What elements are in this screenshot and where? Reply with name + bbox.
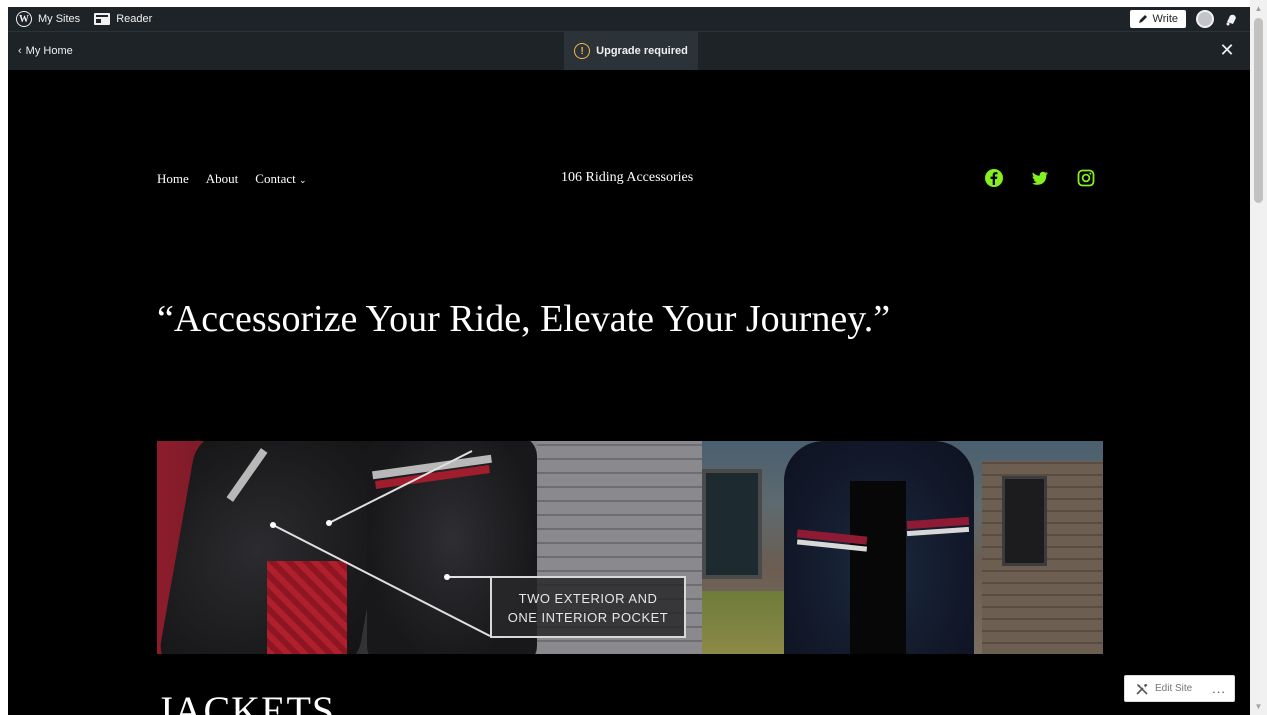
write-label: Write: [1152, 13, 1178, 25]
banner-window: [702, 469, 762, 579]
scroll-up-icon[interactable]: ▲: [1250, 0, 1267, 17]
warning-icon: !: [574, 43, 591, 59]
banner-callout: TWO EXTERIOR AND ONE INTERIOR POCKET: [490, 576, 686, 638]
admin-bar: W My Sites Reader Write: [8, 7, 1250, 31]
close-icon[interactable]: ✕: [1218, 41, 1236, 59]
wordpress-icon: W: [16, 11, 32, 27]
page-scrollbar[interactable]: ▲ ▼: [1250, 0, 1267, 715]
facebook-icon[interactable]: [984, 168, 1004, 188]
chevron-left-icon: ‹: [18, 45, 22, 57]
scrollbar-thumb[interactable]: [1254, 18, 1263, 203]
callout-line-2: ONE INTERIOR POCKET: [507, 610, 669, 625]
banner-right-panel: [702, 441, 1103, 654]
scroll-down-icon[interactable]: ▼: [1250, 698, 1267, 715]
nav-contact-label: Contact: [255, 171, 296, 186]
jackets-banner-image: TWO EXTERIOR AND ONE INTERIOR POCKET: [157, 441, 1103, 654]
chevron-down-icon: ⌄: [298, 175, 307, 185]
write-button[interactable]: Write: [1129, 10, 1186, 28]
user-avatar[interactable]: [1196, 10, 1214, 28]
browser-frame: W My Sites Reader Write ‹ My Home ! Upgr…: [0, 0, 1267, 715]
more-options-icon[interactable]: ...: [1212, 681, 1226, 696]
banner-window-2: [1002, 476, 1047, 566]
bell-icon: [1226, 14, 1236, 26]
callout-line-1: TWO EXTERIOR AND: [518, 591, 658, 606]
reader-button[interactable]: Reader: [94, 13, 152, 25]
upgrade-required-button[interactable]: ! Upgrade required: [564, 32, 698, 70]
my-home-back-link[interactable]: ‹ My Home: [18, 32, 73, 70]
rider-shirt: [850, 481, 906, 654]
my-sites-button[interactable]: W My Sites: [16, 11, 80, 27]
instagram-icon[interactable]: [1076, 168, 1096, 188]
site-title[interactable]: 106 Riding Accessories: [561, 170, 693, 186]
hero-quote: “Accessorize Your Ride, Elevate Your Jou…: [157, 298, 891, 340]
reader-label: Reader: [116, 13, 153, 25]
site-preview: W My Sites Reader Write ‹ My Home ! Upgr…: [8, 7, 1250, 715]
notifications-button[interactable]: [1224, 11, 1240, 27]
edit-site-button[interactable]: Edit Site ...: [1124, 675, 1235, 702]
preview-toolbar: ‹ My Home ! Upgrade required ✕: [8, 31, 1250, 70]
pen-icon: [1138, 15, 1147, 23]
nav-home[interactable]: Home: [157, 171, 189, 187]
site-navigation: Home About Contact ⌄: [157, 171, 307, 187]
banner-garden: [702, 591, 792, 654]
my-sites-label: My Sites: [38, 13, 81, 25]
tools-icon: [1136, 683, 1148, 695]
upgrade-label: Upgrade required: [596, 45, 688, 57]
jackets-heading: JACKETS: [157, 688, 336, 715]
twitter-icon[interactable]: [1030, 168, 1050, 188]
nav-contact[interactable]: Contact ⌄: [255, 171, 306, 187]
my-home-label: My Home: [25, 45, 73, 57]
edit-site-label: Edit Site: [1155, 683, 1193, 694]
reader-icon: [94, 13, 111, 25]
social-links: [984, 168, 1096, 188]
nav-about[interactable]: About: [206, 171, 239, 187]
